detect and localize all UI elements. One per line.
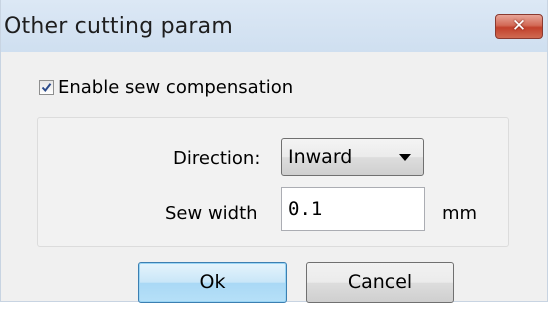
sew-width-input[interactable] [281, 187, 425, 231]
ok-button[interactable]: Ok [138, 262, 287, 303]
compensation-group [37, 117, 509, 247]
checkmark-icon [41, 82, 52, 92]
sew-width-unit: mm [442, 203, 478, 224]
dialog-window: Other cutting param ✕ Enable sew compens… [0, 0, 548, 303]
sew-compensation-checkbox-row[interactable]: Enable sew compensation [39, 76, 293, 98]
direction-select[interactable]: Inward [281, 138, 424, 176]
sew-width-label: Sew width [165, 203, 258, 224]
cancel-button[interactable]: Cancel [306, 262, 454, 303]
direction-label: Direction: [173, 148, 261, 169]
title-bar[interactable]: Other cutting param ✕ [1, 0, 547, 52]
close-icon: ✕ [511, 16, 527, 36]
direction-value: Inward [288, 146, 353, 168]
close-button[interactable]: ✕ [495, 14, 543, 39]
sew-compensation-label: Enable sew compensation [58, 76, 294, 98]
dropdown-arrow-icon [399, 154, 411, 161]
sew-compensation-checkbox[interactable] [39, 79, 54, 95]
dialog-title: Other cutting param [4, 14, 233, 39]
